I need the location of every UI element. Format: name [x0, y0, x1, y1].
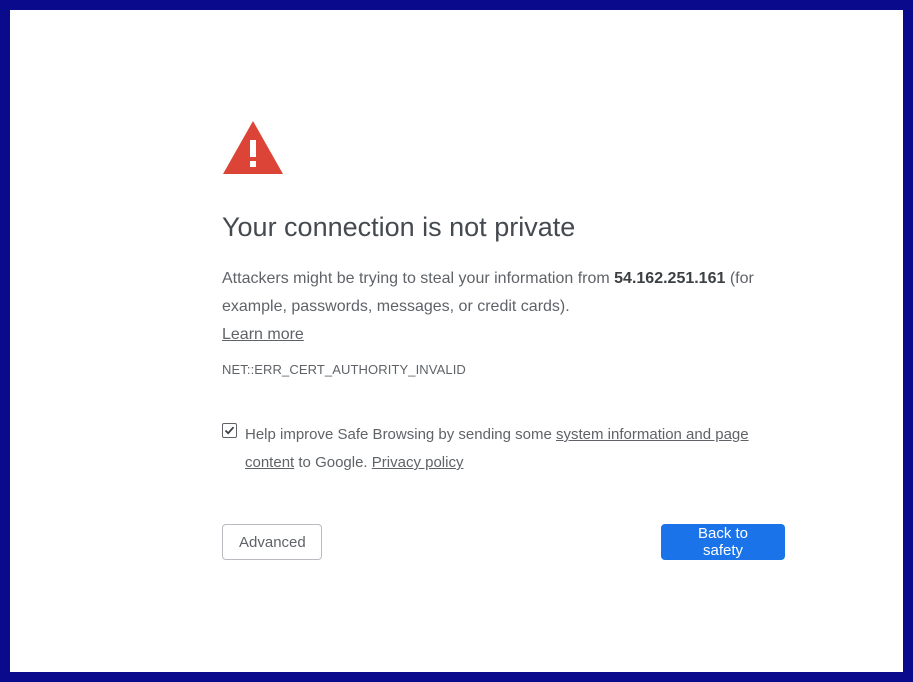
safe-browsing-opt-in: Help improve Safe Browsing by sending so…: [245, 421, 785, 477]
error-code: NET::ERR_CERT_AUTHORITY_INVALID: [222, 362, 466, 377]
back-to-safety-button[interactable]: Back to safety: [661, 524, 785, 560]
main-message: Attackers might be trying to steal your …: [222, 265, 782, 349]
page-title: Your connection is not private: [222, 212, 576, 242]
window-frame: Your connection is not private Attackers…: [0, 0, 913, 682]
learn-more-link[interactable]: Learn more: [222, 326, 304, 343]
privacy-policy-link[interactable]: Privacy policy: [372, 454, 464, 471]
host-name: 54.162.251.161: [614, 270, 726, 287]
safe-browsing-checkbox[interactable]: [222, 423, 237, 438]
opt-in-text-prefix: Help improve Safe Browsing by sending so…: [245, 426, 556, 443]
opt-in-text-middle: to Google.: [294, 454, 372, 471]
advanced-button[interactable]: Advanced: [222, 524, 322, 560]
description-prefix: Attackers might be trying to steal your …: [222, 270, 615, 287]
warning-triangle-icon: [223, 121, 283, 174]
checkmark-icon: [224, 426, 235, 435]
